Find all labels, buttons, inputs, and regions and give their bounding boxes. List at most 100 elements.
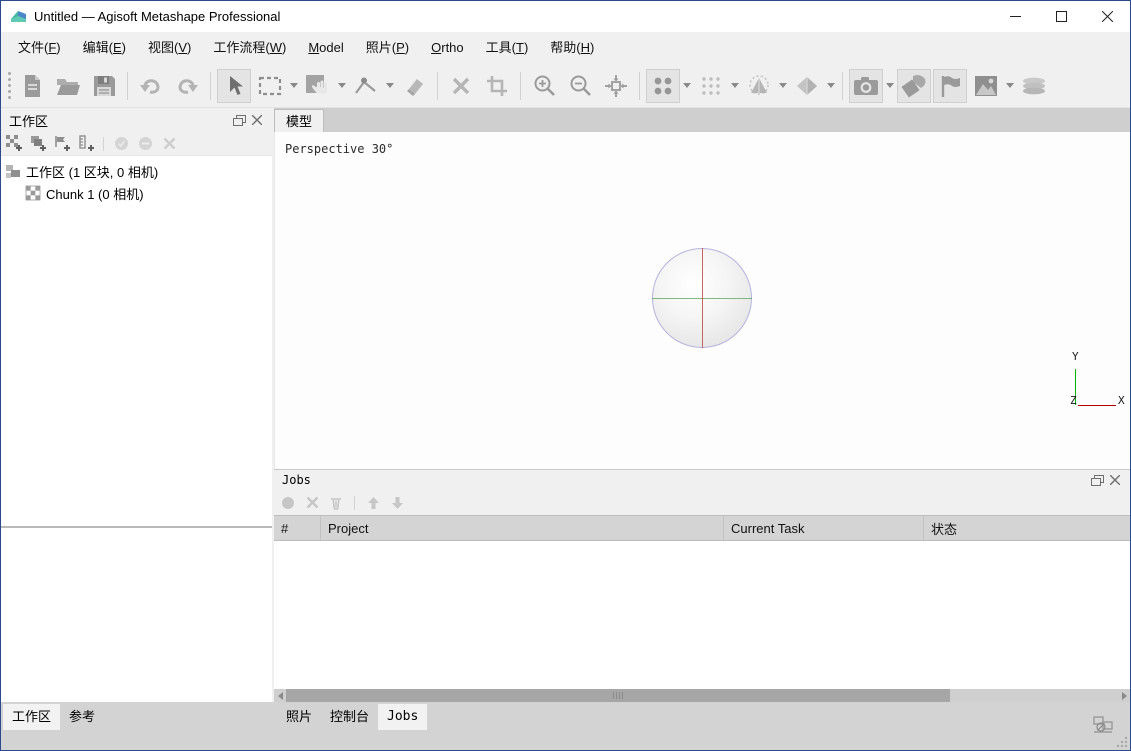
show-cameras-button[interactable]: [849, 69, 883, 103]
undo-button[interactable]: [134, 69, 168, 103]
measure-angle-button[interactable]: [349, 69, 383, 103]
rectangle-selection-dropdown[interactable]: [288, 69, 300, 103]
model-viewport[interactable]: Perspective 30° Y Z X: [274, 132, 1130, 469]
crop-icon: [486, 75, 508, 97]
minimize-button[interactable]: [992, 1, 1038, 32]
show-shapes-button[interactable]: [897, 69, 931, 103]
add-chunk-button[interactable]: [5, 135, 23, 153]
rectangle-selection-button[interactable]: [253, 69, 287, 103]
toolbar-drag-handle[interactable]: [4, 69, 14, 103]
run-job-button[interactable]: [280, 495, 296, 511]
tab-jobs[interactable]: Jobs: [378, 704, 427, 730]
menu-help[interactable]: 帮助(H): [539, 32, 605, 64]
tree-item-chunk-1[interactable]: Chunk 1 (0 相机): [1, 182, 272, 204]
selection-arrow-button[interactable]: [217, 69, 251, 103]
column-header-current-task[interactable]: Current Task: [724, 516, 924, 540]
sphere-vertical-axis: [702, 248, 703, 348]
jobs-table-body[interactable]: [274, 541, 1130, 689]
close-icon: [252, 115, 262, 125]
zoom-out-button[interactable]: [563, 69, 597, 103]
model-shaded-icon: [747, 74, 771, 98]
window-resize-grip[interactable]: [1115, 735, 1128, 748]
add-chunk-icon: [6, 135, 23, 152]
menu-ortho[interactable]: Ortho: [420, 32, 475, 64]
measure-dropdown[interactable]: [384, 69, 396, 103]
menu-view[interactable]: 视图(V): [137, 32, 202, 64]
redo-button[interactable]: [170, 69, 204, 103]
add-photos-button[interactable]: [29, 135, 47, 153]
show-cameras-dropdown[interactable]: [884, 69, 896, 103]
bottom-dock-bar: 工作区 参考 照片 控制台 Jobs: [1, 702, 1130, 750]
add-scalebar-button[interactable]: [77, 135, 95, 153]
delete-selection-button[interactable]: [444, 69, 478, 103]
move-job-down-button[interactable]: [389, 495, 405, 511]
column-header-number[interactable]: #: [274, 516, 321, 540]
crop-region-button[interactable]: [480, 69, 514, 103]
model-shaded-dropdown[interactable]: [777, 69, 789, 103]
right-dock-tabs: 照片 控制台 Jobs: [277, 704, 427, 730]
jobs-float-button[interactable]: [1088, 471, 1106, 489]
network-status-button[interactable]: [1092, 715, 1114, 735]
cancel-job-button[interactable]: [304, 495, 320, 511]
close-button[interactable]: [1084, 1, 1130, 32]
zoom-in-button[interactable]: [527, 69, 561, 103]
tab-photos[interactable]: 照片: [277, 704, 321, 730]
shapes-icon: [901, 74, 927, 98]
scroll-left-button[interactable]: [274, 689, 286, 702]
jobs-horizontal-scrollbar[interactable]: [274, 689, 1130, 702]
column-header-project[interactable]: Project: [321, 516, 724, 540]
add-marker-button[interactable]: [53, 135, 71, 153]
run-circle-icon: [281, 496, 295, 510]
menu-photo[interactable]: 照片(P): [355, 32, 420, 64]
tab-workspace[interactable]: 工作区: [3, 704, 60, 730]
show-orthophoto-dropdown[interactable]: [1004, 69, 1016, 103]
menu-workflow[interactable]: 工作流程(W): [202, 32, 297, 64]
dense-cloud-dropdown[interactable]: [729, 69, 741, 103]
show-dem-button[interactable]: [1017, 69, 1051, 103]
show-orthophoto-button[interactable]: [969, 69, 1003, 103]
remove-item-button[interactable]: [160, 135, 178, 153]
tab-console[interactable]: 控制台: [321, 704, 378, 730]
jobs-table-header: # Project Current Task 状态: [274, 515, 1130, 541]
maximize-button[interactable]: [1038, 1, 1084, 32]
point-cloud-dropdown[interactable]: [681, 69, 693, 103]
menu-model[interactable]: Model: [297, 32, 354, 64]
move-job-up-button[interactable]: [365, 495, 381, 511]
dense-cloud-view-button[interactable]: [694, 69, 728, 103]
menu-edit[interactable]: 编辑(E): [72, 32, 137, 64]
jobs-close-button[interactable]: [1106, 471, 1124, 489]
navigation-dropdown[interactable]: [336, 69, 348, 103]
tab-reference[interactable]: 参考: [60, 704, 104, 730]
workspace-close-button[interactable]: [248, 111, 266, 129]
network-status-icon: [1092, 715, 1114, 735]
model-solid-view-button[interactable]: [790, 69, 824, 103]
scroll-left-icon: [278, 692, 283, 700]
delete-job-button[interactable]: [328, 495, 344, 511]
menu-tools[interactable]: 工具(T): [475, 32, 540, 64]
point-cloud-view-button[interactable]: [646, 69, 680, 103]
tree-item-workspace-root[interactable]: 工作区 (1 区块, 0 相机): [1, 160, 272, 182]
center-view-icon: [604, 74, 628, 98]
scrollbar-thumb[interactable]: [286, 689, 950, 702]
column-header-status[interactable]: 状态: [924, 516, 1130, 540]
center-view-button[interactable]: [599, 69, 633, 103]
save-project-button[interactable]: [87, 69, 121, 103]
scrollbar-track[interactable]: [950, 689, 1118, 702]
dem-layers-icon: [1021, 75, 1047, 97]
new-project-button[interactable]: [15, 69, 49, 103]
cursor-arrow-icon: [224, 75, 244, 97]
enable-item-button[interactable]: [112, 135, 130, 153]
jobs-toolbar-separator: [354, 496, 355, 510]
navigation-pan-button[interactable]: [301, 69, 335, 103]
workspace-float-button[interactable]: [230, 111, 248, 129]
open-project-button[interactable]: [51, 69, 85, 103]
delete-x-icon: [451, 76, 471, 96]
tab-model[interactable]: 模型: [274, 109, 324, 132]
menu-file[interactable]: 文件(F): [7, 32, 72, 64]
scroll-right-button[interactable]: [1118, 689, 1130, 702]
disable-item-button[interactable]: [136, 135, 154, 153]
show-markers-button[interactable]: [933, 69, 967, 103]
model-shaded-view-button[interactable]: [742, 69, 776, 103]
eraser-button[interactable]: [397, 69, 431, 103]
model-solid-dropdown[interactable]: [825, 69, 837, 103]
